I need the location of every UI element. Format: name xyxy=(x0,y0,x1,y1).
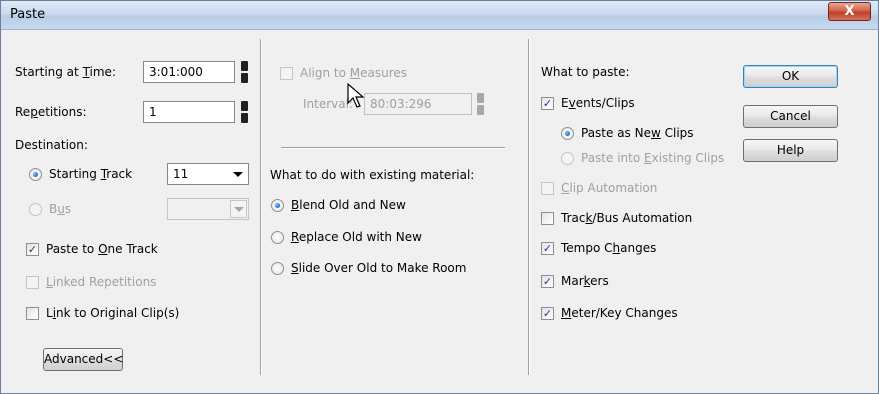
interval-input[interactable]: 80:03:296 xyxy=(364,93,472,115)
repetitions-label: Repetitions: xyxy=(15,105,87,119)
check-icon: ✓ xyxy=(542,275,553,288)
close-button[interactable]: X xyxy=(828,2,871,21)
bus-radio[interactable] xyxy=(29,203,42,216)
repetitions-spinner[interactable] xyxy=(241,101,248,123)
dialog-body: Starting at Time: 3:01:000 Repetitions: … xyxy=(1,31,878,393)
starting-track-value: 11 xyxy=(173,167,189,181)
middle-separator xyxy=(281,147,505,149)
slide-over-old-label[interactable]: Slide Over Old to Make Room xyxy=(291,261,466,275)
spin-down-icon[interactable] xyxy=(241,113,248,123)
events-clips-checkbox[interactable]: ✓ xyxy=(541,97,554,110)
paste-as-new-clips-radio[interactable] xyxy=(561,127,574,140)
starting-track-select[interactable]: 11 xyxy=(167,163,249,185)
replace-old-with-new-radio[interactable] xyxy=(271,231,284,244)
tempo-changes-checkbox[interactable]: ✓ xyxy=(541,242,554,255)
clip-automation-label: Clip Automation xyxy=(561,181,658,195)
linked-repetitions-label: Linked Repetitions xyxy=(46,275,157,289)
close-icon: X xyxy=(844,4,855,19)
events-clips-label[interactable]: Events/Clips xyxy=(561,96,635,110)
title-bar[interactable]: Paste X xyxy=(1,1,878,30)
bus-select[interactable] xyxy=(167,198,249,220)
destination-label: Destination: xyxy=(15,138,88,152)
interval-spinner[interactable] xyxy=(477,93,484,115)
starting-time-spinner[interactable] xyxy=(241,61,248,83)
check-icon: ✓ xyxy=(542,97,553,110)
starting-time-label: Starting at Time: xyxy=(15,65,116,79)
track-bus-automation-checkbox[interactable] xyxy=(541,212,554,225)
meter-key-changes-label[interactable]: Meter/Key Changes xyxy=(561,306,678,320)
paste-to-one-track-checkbox[interactable]: ✓ xyxy=(26,243,39,256)
check-icon: ✓ xyxy=(27,243,38,256)
align-to-measures-label: Align to Measures xyxy=(300,66,408,80)
repetitions-input[interactable]: 1 xyxy=(143,101,235,123)
align-to-measures-checkbox[interactable] xyxy=(280,67,293,80)
spin-up-icon[interactable] xyxy=(477,93,484,103)
replace-old-with-new-label[interactable]: Replace Old with New xyxy=(291,230,422,244)
existing-material-heading: What to do with existing material: xyxy=(270,168,475,182)
starting-track-radio[interactable] xyxy=(29,168,42,181)
meter-key-changes-checkbox[interactable]: ✓ xyxy=(541,307,554,320)
interval-label: Interval: xyxy=(303,97,353,111)
linked-repetitions-checkbox[interactable] xyxy=(26,276,39,289)
paste-to-one-track-label[interactable]: Paste to One Track xyxy=(46,242,158,256)
chevron-down-icon xyxy=(234,207,244,212)
starting-track-label[interactable]: Starting Track xyxy=(49,167,132,181)
slide-over-old-radio[interactable] xyxy=(271,262,284,275)
help-button[interactable]: Help xyxy=(743,139,838,162)
track-bus-automation-label[interactable]: Track/Bus Automation xyxy=(561,211,692,225)
paste-dialog: Paste X Starting at Time: 3:01:000 Repet… xyxy=(0,0,879,394)
window-title: Paste xyxy=(10,7,46,22)
spin-up-icon[interactable] xyxy=(241,61,248,71)
chevron-down-icon[interactable] xyxy=(233,172,243,177)
advanced-button[interactable]: Advanced<< xyxy=(43,348,123,371)
link-to-original-clips-checkbox[interactable] xyxy=(26,307,39,320)
paste-into-existing-clips-radio[interactable] xyxy=(561,152,574,165)
markers-label[interactable]: Markers xyxy=(561,274,609,288)
spin-down-icon[interactable] xyxy=(477,105,484,115)
check-icon: ✓ xyxy=(542,307,553,320)
ok-button[interactable]: OK xyxy=(743,65,838,88)
mouse-pointer-icon xyxy=(347,83,365,108)
markers-checkbox[interactable]: ✓ xyxy=(541,275,554,288)
link-to-original-clips-label[interactable]: Link to Original Clip(s) xyxy=(46,306,179,320)
what-to-paste-heading: What to paste: xyxy=(541,65,630,79)
bus-label: Bus xyxy=(49,202,72,216)
cancel-button[interactable]: Cancel xyxy=(743,105,838,128)
clip-automation-checkbox[interactable] xyxy=(541,182,554,195)
paste-as-new-clips-label[interactable]: Paste as New Clips xyxy=(581,126,694,140)
spin-up-icon[interactable] xyxy=(241,101,248,111)
spin-down-icon[interactable] xyxy=(241,73,248,83)
tempo-changes-label[interactable]: Tempo Changes xyxy=(561,241,656,255)
blend-old-and-new-label[interactable]: Blend Old and New xyxy=(291,198,406,212)
check-icon: ✓ xyxy=(542,242,553,255)
column-divider xyxy=(260,39,262,375)
column-divider xyxy=(528,39,530,375)
blend-old-and-new-radio[interactable] xyxy=(271,199,284,212)
paste-into-existing-clips-label: Paste into Existing Clips xyxy=(581,151,725,165)
starting-time-input[interactable]: 3:01:000 xyxy=(143,61,235,83)
